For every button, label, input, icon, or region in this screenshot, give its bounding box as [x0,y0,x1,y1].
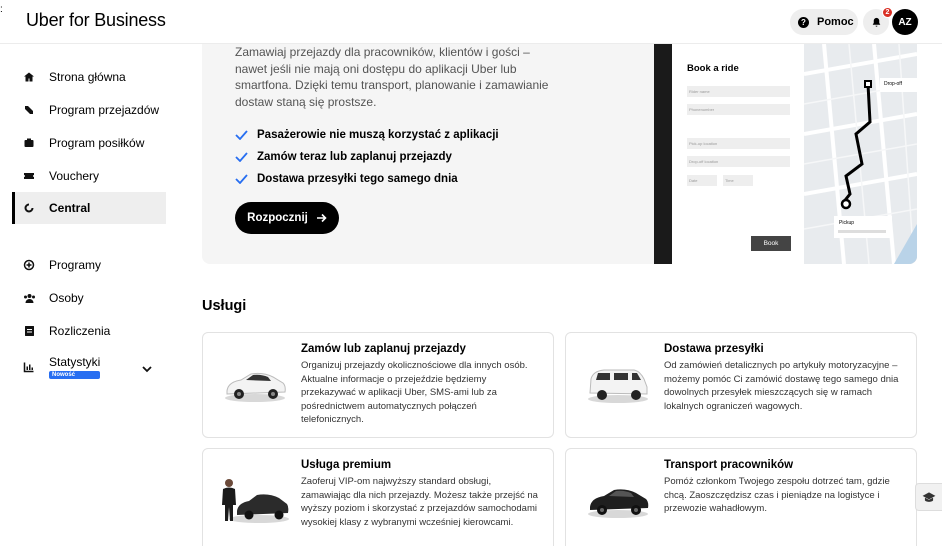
feature-item: Dostawa przesyłki tego samego dnia [235,168,499,190]
notifications-badge: 2 [882,7,893,18]
get-started-label: Rozpocznij [247,212,308,224]
feature-label: Pasażerowie nie muszą korzystać z aplika… [257,129,499,141]
checkmark-icon [235,174,248,184]
feature-list: Pasażerowie nie muszą korzystać z aplika… [235,124,499,190]
sidebar-item-billing[interactable]: Rozliczenia [12,315,166,347]
help-icon: ? [798,16,809,28]
sidebar-item-label: Program przejazdów [49,103,160,117]
mock-field: Date [687,175,717,186]
map-graphic [804,44,917,264]
feature-label: Zamów teraz lub zaplanuj przejazdy [257,151,452,163]
sidebar-item-label: Programy [49,258,102,272]
feature-item: Zamów teraz lub zaplanuj przejazdy [235,146,499,168]
hero-description: Zamawiaj przejazdy dla pracowników, klie… [235,45,549,109]
sidebar-item-label: Central [49,201,91,215]
sidebar-item-label: Osoby [49,291,84,305]
service-card-premium[interactable]: Usługa premium Zaoferuj VIP-om najwyższy… [202,448,554,546]
sidebar-item-vouchers[interactable]: Vouchery [12,160,166,192]
top-header: : Uber for Business ? Pomoc 2 AZ [0,0,942,44]
help-button[interactable]: ? Pomoc [790,9,858,35]
service-card-title: Transport pracowników [664,459,794,471]
feature-item: Pasażerowie nie muszą korzystać z aplika… [235,124,499,146]
mock-field: Pick-up location [687,138,790,149]
sidebar-item-programs[interactable]: Programy [12,249,166,281]
sidebar-item-label: Rozliczenia [49,324,111,338]
sidebar-item-home[interactable]: Strona główna [12,61,166,93]
rides-icon [22,103,36,117]
service-card-description: Organizuj przejazdy okolicznościowe dla … [301,360,528,426]
sidebar-item-central[interactable]: Central [12,192,166,224]
pickup-label: Pickup [839,220,855,226]
mock-field: Phonenumber [687,104,790,115]
booking-illustration: Book a ride Rider name Phonenumber Pick-… [654,44,917,264]
mock-map: Drop-off Pickup [804,44,917,264]
service-card-title: Usługa premium [301,459,392,471]
help-label: Pomoc [817,16,854,28]
sidebar-item-label: Statystyki [49,355,101,369]
sidebar-item-label: Program posiłków [49,136,145,150]
feature-label: Dostawa przesyłki tego samego dnia [257,173,458,185]
mock-field: Time [723,175,753,186]
voucher-icon [22,169,36,183]
service-card-delivery[interactable]: Dostawa przesyłki Od zamówień detaliczny… [565,332,917,438]
avatar[interactable]: AZ [892,9,918,35]
get-started-button[interactable]: Rozpocznij [235,202,339,234]
chevron-down-icon[interactable] [142,365,152,373]
mock-field: Rider name [687,86,790,97]
graduation-cap-icon [922,492,936,502]
white-car-image [215,349,295,419]
checkmark-icon [235,152,248,162]
people-icon [22,291,36,305]
service-card-rides[interactable]: Zamów lub zaplanuj przejazdy Organizuj p… [202,332,554,438]
service-card-title: Zamów lub zaplanuj przejazdy [301,343,466,355]
billing-icon [22,324,36,338]
new-badge: Nowość [49,371,101,379]
service-card-description: Pomóż członkom Twojego zespołu dotrzeć t… [664,476,890,515]
mock-field: Drop-off location [687,156,790,167]
chauffeur-black-car-image [215,465,295,535]
sidebar-item-rides[interactable]: Program przejazdów [12,94,166,126]
sidebar: Strona główna Program przejazdów Program… [0,44,175,546]
bell-icon [872,17,880,27]
service-card-description: Zaoferuj VIP-om najwyższy standard obsłu… [301,476,538,528]
sidebar-item-label: Vouchery [49,169,100,183]
home-icon [22,70,36,84]
checkmark-icon [235,130,248,140]
service-card-title: Dostawa przesyłki [664,343,764,355]
sidebar-item-people[interactable]: Osoby [12,282,166,314]
edge-mark: : [0,4,3,15]
service-card-employee-transport[interactable]: Transport pracowników Pomóż członkom Two… [565,448,917,546]
floating-help-widget[interactable] [915,483,942,511]
service-card-description: Od zamówień detalicznych po artykuły mot… [664,360,899,412]
mock-title: Book a ride [687,63,739,74]
mock-booking-form: Book a ride Rider name Phonenumber Pick-… [672,44,804,264]
white-van-image [578,349,658,419]
arrow-right-icon [316,213,327,223]
sidebar-item-meals[interactable]: Program posiłków [12,127,166,159]
black-car-image [578,465,658,535]
stats-icon [22,360,36,374]
sidebar-item-label: Strona główna [49,70,126,84]
programs-icon [22,258,36,272]
mock-book-button: Book [751,236,791,251]
dropoff-label: Drop-off [884,81,902,87]
central-icon [22,201,36,215]
central-hero: Zamawiaj przejazdy dla pracowników, klie… [202,44,917,264]
uber-for-business-logo[interactable]: Uber for Business [26,10,166,31]
stats-label-group: Statystyki Nowość [49,355,101,379]
services-title: Usługi [202,298,247,314]
meals-icon [22,136,36,150]
